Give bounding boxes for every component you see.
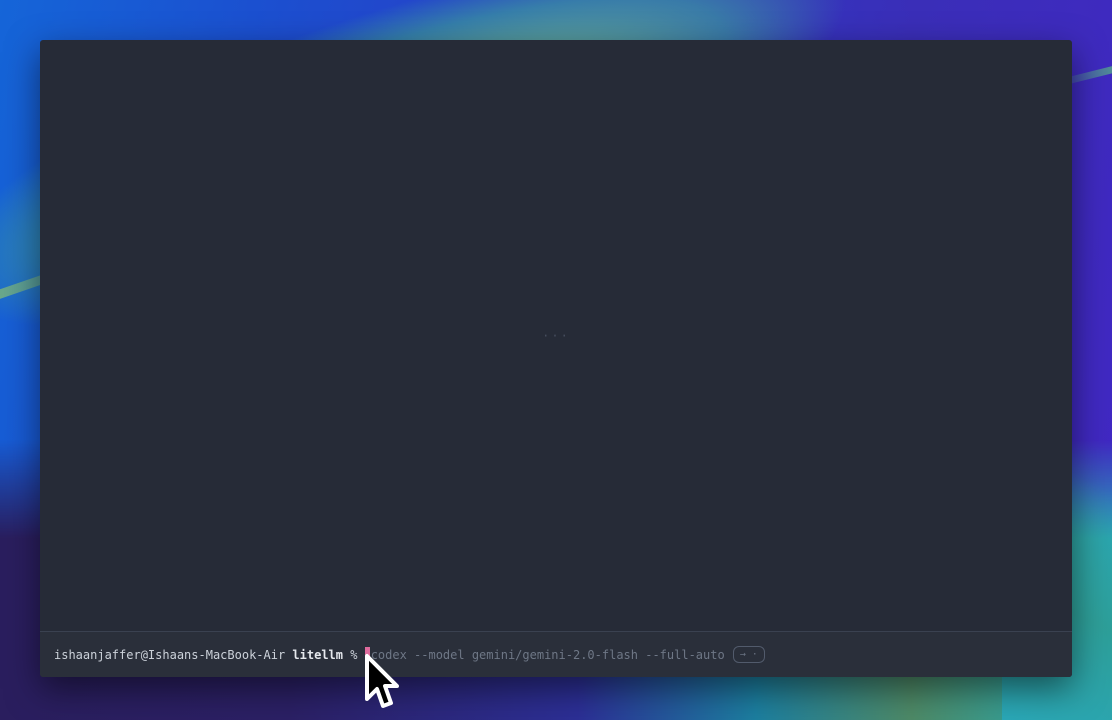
prompt-symbol: % bbox=[343, 648, 365, 662]
accept-suggestion-hint-badge: → · bbox=[733, 646, 765, 663]
prompt-directory: litellm bbox=[292, 648, 343, 662]
right-arrow-icon: → · bbox=[740, 650, 758, 660]
desktop-wallpaper: ··· ishaanjaffer@Ishaans-MacBook-Air lit… bbox=[0, 0, 1112, 720]
text-cursor bbox=[365, 647, 370, 662]
autosuggestion-text: codex --model gemini/gemini-2.0-flash --… bbox=[371, 648, 725, 662]
prompt-user-host: ishaanjaffer@Ishaans-MacBook-Air bbox=[54, 648, 292, 662]
terminal-window[interactable]: ··· ishaanjaffer@Ishaans-MacBook-Air lit… bbox=[40, 40, 1072, 677]
loading-ellipsis: ··· bbox=[542, 329, 570, 343]
command-prompt-row[interactable]: ishaanjaffer@Ishaans-MacBook-Air litellm… bbox=[40, 632, 1072, 677]
terminal-output-area: ··· bbox=[40, 40, 1072, 631]
